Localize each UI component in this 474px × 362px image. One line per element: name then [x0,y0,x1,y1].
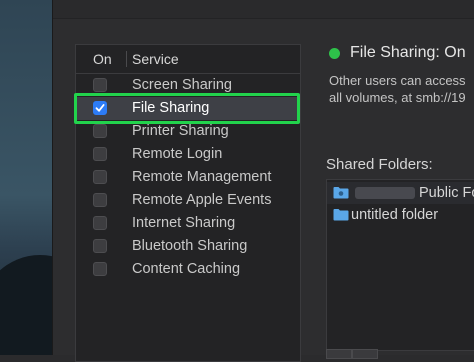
folder-name: Public Fo [419,185,474,201]
sharing-status-text: File Sharing: On [350,44,466,61]
window-title-strip [53,0,474,19]
description-line: all volumes, at smb://19 [329,90,466,105]
checkbox-internet-sharing[interactable] [93,216,107,230]
service-label: Bluetooth Sharing [132,238,248,254]
service-row-remote-login[interactable]: Remote Login [76,143,300,166]
column-header-on[interactable]: On [93,51,112,67]
service-label: Remote Management [132,169,272,185]
sharing-description: Other users can access all volumes, at s… [329,72,474,106]
service-list-header: On Service [76,45,300,74]
folder-icon [333,208,349,226]
service-row-bluetooth-sharing[interactable]: Bluetooth Sharing [76,235,300,258]
checkbox-content-caching[interactable] [93,262,107,276]
shared-folders-list: Public Fo untitled folder [326,179,474,351]
service-row-internet-sharing[interactable]: Internet Sharing [76,212,300,235]
add-folder-button[interactable] [326,349,352,359]
service-label: Printer Sharing [132,123,229,139]
checkbox-remote-management[interactable] [93,170,107,184]
wallpaper-hill [0,255,60,355]
blurred-username [355,187,415,199]
shared-folder-row[interactable]: untitled folder [327,204,474,226]
remove-folder-button[interactable] [352,349,378,359]
status-indicator-dot [329,48,340,59]
column-separator [126,51,127,67]
checkbox-screen-sharing[interactable] [93,78,107,92]
service-list: On Service Screen Sharing File Sharing P… [75,44,301,362]
service-label: Screen Sharing [132,77,232,93]
checkbox-remote-apple-events[interactable] [93,193,107,207]
checkbox-printer-sharing[interactable] [93,124,107,138]
column-header-service[interactable]: Service [132,51,179,67]
description-line: Other users can access [329,73,466,88]
checkbox-remote-login[interactable] [93,147,107,161]
service-label: Content Caching [132,261,241,277]
service-row-remote-apple-events[interactable]: Remote Apple Events [76,189,300,212]
service-label: Internet Sharing [132,215,236,231]
folder-list-buttons [326,349,386,359]
service-row-content-caching[interactable]: Content Caching [76,258,300,281]
shared-folders-label: Shared Folders: [326,156,433,173]
tutorial-highlight-box [74,93,300,124]
service-label: Remote Apple Events [132,192,272,208]
service-row-remote-management[interactable]: Remote Management [76,166,300,189]
folder-name: untitled folder [351,207,439,223]
service-label: Remote Login [132,146,223,162]
checkbox-bluetooth-sharing[interactable] [93,239,107,253]
sharing-preferences-window: On Service Screen Sharing File Sharing P… [52,0,474,362]
shared-folder-row[interactable]: Public Fo [327,182,474,204]
desktop-wallpaper [0,0,60,355]
shared-folder-icon [333,186,349,204]
